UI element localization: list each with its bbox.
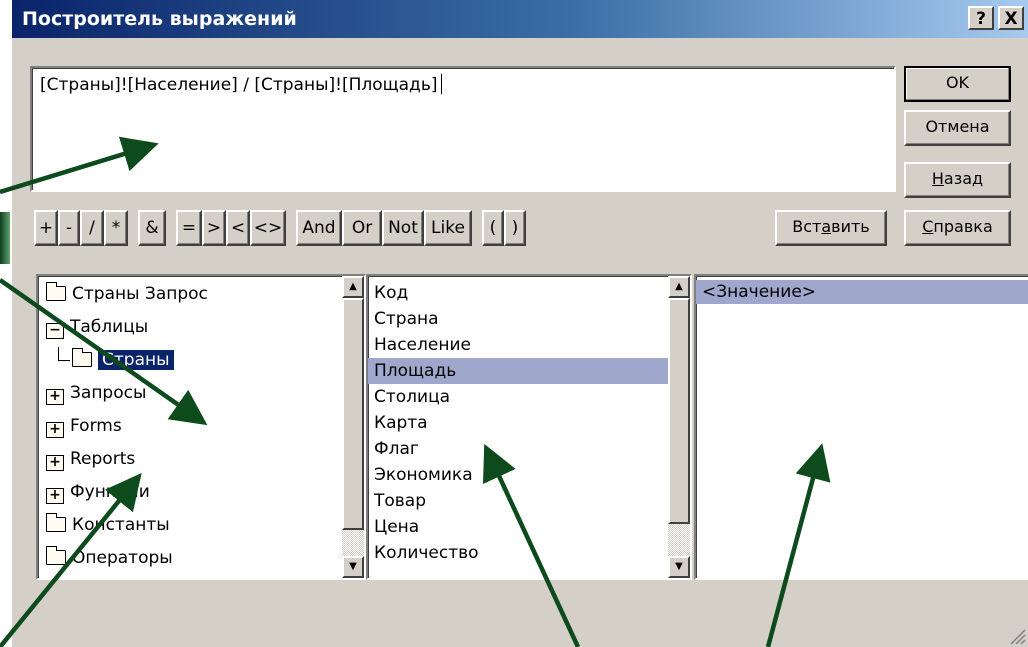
annotation-arrows <box>0 136 831 647</box>
arrow-to-expression <box>0 136 159 195</box>
arrow-to-values <box>765 443 831 647</box>
arrow-to-fields <box>482 443 581 647</box>
arrow-to-tree <box>0 278 208 426</box>
arrow-to-functions <box>0 473 142 647</box>
